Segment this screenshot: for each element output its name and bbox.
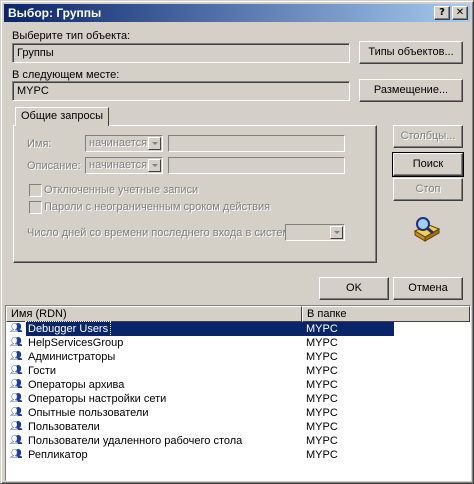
list-item[interactable]: 👥︎ Опытные пользователи MYPC	[8, 406, 470, 420]
list-item-folder: MYPC	[306, 337, 338, 349]
chevron-down-icon	[148, 137, 161, 150]
list-item[interactable]: 👥︎ Debugger Users MYPC	[8, 321, 470, 337]
days-since-login-label: Число дней со времени последнего входа в…	[27, 227, 299, 239]
list-item-folder: MYPC	[306, 407, 338, 419]
location-field: MYPC	[12, 81, 350, 101]
group-icon: 👥︎	[10, 393, 23, 404]
list-item-folder: MYPC	[306, 421, 338, 433]
column-header-name[interactable]: Имя (RDN)	[6, 306, 302, 322]
list-item-folder: MYPC	[306, 435, 338, 447]
ok-button[interactable]: OK	[319, 277, 389, 300]
non-expiring-passwords-label: Пароли с неограниченным сроком действия	[44, 201, 271, 213]
list-item-name: Администраторы	[28, 351, 116, 363]
list-item-folder: MYPC	[306, 365, 338, 377]
location-label: В следующем месте:	[12, 69, 120, 81]
description-mode-select[interactable]: начинается	[85, 157, 163, 174]
search-button[interactable]: Поиск	[392, 152, 464, 177]
name-mode-value: начинается	[89, 137, 148, 149]
list-item-folder: MYPC	[306, 323, 338, 335]
list-item[interactable]: 👥︎ Пользователи удаленного рабочего стол…	[8, 434, 470, 448]
list-item-folder: MYPC	[306, 393, 338, 405]
list-item[interactable]: 👥︎ HelpServicesGroup MYPC	[8, 336, 470, 350]
description-mode-value: начинается	[89, 159, 148, 171]
list-item-name: Репликатор	[28, 449, 88, 461]
list-item-name: Пользователи	[28, 421, 100, 433]
list-item-name: Операторы настройки сети	[28, 393, 167, 405]
list-item[interactable]: 👥︎ Гости MYPC	[8, 364, 470, 378]
disabled-accounts-checkbox[interactable]	[29, 184, 42, 197]
object-type-label: Выберите тип объекта:	[12, 30, 131, 42]
list-item[interactable]: 👥︎ Операторы архива MYPC	[8, 378, 470, 392]
column-header-folder[interactable]: В папке	[302, 306, 470, 322]
group-icon: 👥︎	[10, 351, 23, 362]
stop-button[interactable]: Стоп	[393, 178, 463, 201]
group-icon: 👥︎	[10, 337, 23, 348]
days-since-login-select[interactable]	[285, 224, 345, 241]
description-input[interactable]	[168, 157, 345, 174]
list-item-name: Debugger Users	[24, 321, 112, 337]
list-item-name: HelpServicesGroup	[28, 337, 124, 349]
list-item-name: Гости	[28, 365, 57, 377]
title-bar[interactable]: Выбор: Группы ? ✕	[4, 4, 470, 22]
list-item-folder: MYPC	[306, 449, 338, 461]
name-mode-select[interactable]: начинается	[85, 135, 163, 152]
locations-button[interactable]: Размещение...	[359, 79, 463, 102]
non-expiring-passwords-checkbox[interactable]	[29, 201, 42, 214]
find-icon	[413, 217, 441, 242]
columns-button[interactable]: Столбцы...	[393, 125, 463, 148]
close-button[interactable]: ✕	[452, 6, 468, 20]
group-icon: 👥︎	[10, 421, 23, 432]
list-item[interactable]: 👥︎ Пользователи MYPC	[8, 420, 470, 434]
description-label: Описание:	[27, 160, 81, 172]
list-item-folder: MYPC	[306, 379, 338, 391]
object-type-field: Группы	[12, 43, 350, 63]
tab-common-queries[interactable]: Общие запросы	[15, 107, 109, 126]
name-input[interactable]	[168, 135, 345, 152]
group-icon: 👥︎	[10, 449, 23, 460]
object-types-button[interactable]: Типы объектов...	[359, 41, 463, 64]
name-label: Имя:	[27, 138, 52, 150]
group-icon: 👥︎	[10, 435, 23, 446]
list-item[interactable]: 👥︎ Администраторы MYPC	[8, 350, 470, 364]
group-icon: 👥︎	[10, 323, 23, 334]
help-button[interactable]: ?	[434, 6, 450, 20]
group-icon: 👥︎	[10, 407, 23, 418]
disabled-accounts-label: Отключенные учетные записи	[44, 184, 199, 196]
list-item-name: Опытные пользователи	[28, 407, 149, 419]
group-icon: 👥︎	[10, 379, 23, 390]
chevron-down-icon	[330, 226, 343, 239]
list-item-name: Операторы архива	[28, 379, 125, 391]
chevron-down-icon	[148, 159, 161, 172]
cancel-button[interactable]: Отмена	[393, 277, 463, 300]
window-title: Выбор: Группы	[8, 6, 102, 20]
close-icon: ✕	[455, 7, 465, 18]
list-item[interactable]: 👥︎ Репликатор MYPC	[8, 448, 470, 462]
results-list[interactable]: Имя (RDN) В папке 👥︎ Debugger Users MYPC…	[5, 305, 471, 481]
list-item-folder: MYPC	[306, 351, 338, 363]
group-icon: 👥︎	[10, 365, 23, 376]
select-groups-dialog: Выбор: Группы ? ✕ Выберите тип объекта: …	[0, 0, 474, 484]
list-item[interactable]: 👥︎ Операторы настройки сети MYPC	[8, 392, 470, 406]
list-item-name: Пользователи удаленного рабочего стола	[28, 435, 243, 447]
